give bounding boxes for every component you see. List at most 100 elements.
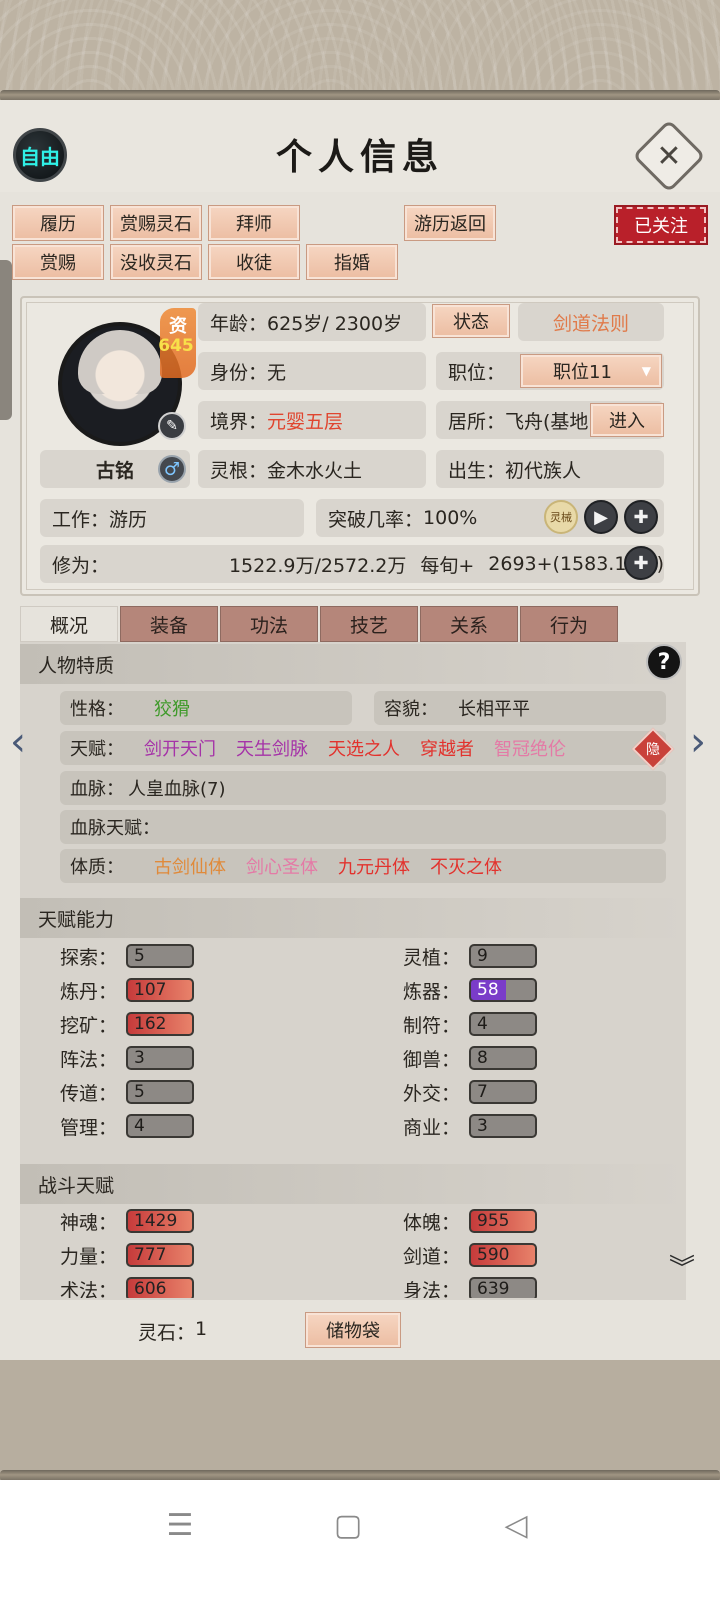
- stat-label: 灵植：: [403, 947, 461, 969]
- return-travel-button[interactable]: 游历返回: [404, 205, 496, 241]
- help-icon[interactable]: ?: [646, 644, 682, 680]
- job-field: 工作： 游历: [40, 499, 304, 537]
- reward-button[interactable]: 赏赐: [12, 244, 104, 280]
- physique-item[interactable]: 剑心圣体: [246, 853, 318, 879]
- reward-stone-button[interactable]: 赏赐灵石: [110, 205, 202, 241]
- menu-icon[interactable]: ☰: [160, 1505, 200, 1545]
- side-handle[interactable]: [0, 260, 12, 420]
- plus-icon[interactable]: ✚: [624, 500, 658, 534]
- cultivation-field: 修为： 1522.9万/2572.2万 每旬+ 2693+(1583.13%): [40, 545, 664, 583]
- stat-value: 5: [126, 944, 194, 968]
- tab-behavior[interactable]: 行为: [520, 606, 618, 642]
- stat-value: 3: [469, 1114, 537, 1138]
- stat-value: 5: [126, 1080, 194, 1104]
- physique-label: 体质：: [70, 857, 124, 878]
- play-icon[interactable]: ▶: [584, 500, 618, 534]
- stat-value: 162: [126, 1012, 194, 1036]
- talent-item[interactable]: 穿越者: [420, 735, 474, 761]
- stat-label: 体魄：: [403, 1212, 461, 1234]
- per-turn-label: 每旬+: [420, 554, 475, 577]
- confiscate-stone-button[interactable]: 没收灵石: [110, 244, 202, 280]
- spirit-stone-count: 灵石： 1: [138, 1318, 207, 1345]
- stat-label: 御兽：: [403, 1049, 461, 1071]
- bloodline-label: 血脉：: [70, 779, 124, 800]
- breakthrough-label: 突破几率：: [328, 508, 424, 531]
- top-decor-band: [0, 0, 720, 100]
- stat-label: 商业：: [403, 1117, 461, 1139]
- breakthrough-pill-icon[interactable]: 灵械: [544, 500, 578, 534]
- traits-section-title: 人物特质: [20, 644, 686, 684]
- physique-item[interactable]: 古剑仙体: [154, 853, 226, 879]
- followed-button[interactable]: 已关注: [614, 205, 708, 245]
- home-icon[interactable]: ▢: [328, 1505, 368, 1545]
- clipped-row: 身法： 639: [403, 1276, 603, 1298]
- stat-value: 4: [469, 1012, 537, 1036]
- position-select[interactable]: 职位11 ▼: [520, 354, 662, 388]
- spirit-root-value: 金木水火土: [267, 459, 363, 482]
- combat-talents-title: 战斗天赋: [20, 1164, 686, 1204]
- take-disciple-button[interactable]: 收徒: [208, 244, 300, 280]
- tab-skills[interactable]: 技艺: [320, 606, 418, 642]
- bloodline-talent-row: 血脉天赋：: [60, 810, 666, 844]
- double-chevron-down-icon[interactable]: ︾: [662, 1250, 702, 1290]
- talent-row: 天赋： 剑开天门 天生剑脉 天选之人 穿越者 智冠绝伦: [60, 731, 666, 765]
- stat-value: 4: [126, 1114, 194, 1138]
- spirit-stone-value: 1: [195, 1318, 208, 1340]
- stat-value: 7: [469, 1080, 537, 1104]
- apprentice-button[interactable]: 拜师: [208, 205, 300, 241]
- personality-row: 性格： 狡猾: [60, 691, 352, 725]
- talent-item[interactable]: 天选之人: [328, 735, 400, 761]
- personality-label: 性格：: [70, 699, 124, 720]
- arrange-marriage-button[interactable]: 指婚: [306, 244, 398, 280]
- birth-value: 初代族人: [505, 459, 582, 482]
- back-icon[interactable]: ◁: [496, 1505, 536, 1545]
- hide-badge-label[interactable]: 隐: [638, 734, 668, 764]
- tab-techniques[interactable]: 功法: [220, 606, 318, 642]
- tab-equipment[interactable]: 装备: [120, 606, 218, 642]
- stat-label: 探索：: [60, 947, 118, 969]
- job-label: 工作：: [52, 508, 110, 531]
- chevron-down-icon: ▼: [641, 364, 651, 378]
- breakthrough-value: 100%: [423, 507, 478, 529]
- physique-item[interactable]: 不灭之体: [430, 853, 502, 879]
- stat-label: 术法：: [60, 1280, 118, 1298]
- position-label: 职位：: [448, 361, 506, 384]
- storage-bag-button[interactable]: 储物袋: [305, 1312, 401, 1348]
- stat-label: 炼器：: [403, 981, 461, 1003]
- talent-item[interactable]: 剑开天门: [144, 735, 216, 761]
- stat-label: 神魂：: [60, 1212, 118, 1234]
- age-label: 年龄：: [210, 312, 268, 335]
- chevron-right-icon[interactable]: ›: [684, 719, 712, 765]
- cultivation-plus-icon[interactable]: ✚: [624, 546, 658, 580]
- spirit-root-label: 灵根：: [210, 459, 268, 482]
- cultivation-label: 修为：: [52, 554, 110, 577]
- stat-value: 8: [469, 1046, 537, 1070]
- status-button[interactable]: 状态: [432, 304, 510, 338]
- spirit-root-field: 灵根： 金木水火土: [198, 450, 426, 488]
- sword-law-button[interactable]: 剑道法则: [518, 303, 664, 341]
- tab-overview[interactable]: 概况: [20, 606, 118, 642]
- cultivation-value: 1522.9万/2572.2万: [228, 554, 407, 577]
- pen-icon[interactable]: ✎: [158, 412, 186, 440]
- physique-item[interactable]: 九元丹体: [338, 853, 410, 879]
- talent-label: 天赋：: [70, 739, 124, 760]
- stat-value: 606: [126, 1277, 194, 1298]
- free-button[interactable]: 自由: [13, 128, 67, 182]
- personality-value: 狡猾: [154, 699, 190, 720]
- birth-label: 出生：: [448, 459, 506, 482]
- enter-button[interactable]: 进入: [590, 403, 664, 437]
- page-title: 个人信息: [275, 136, 444, 178]
- stat-value: 3: [126, 1046, 194, 1070]
- stat-label: 传道：: [60, 1083, 118, 1105]
- history-button[interactable]: 履历: [12, 205, 104, 241]
- stat-label: 身法：: [403, 1280, 461, 1298]
- talent-item[interactable]: 天生剑脉: [236, 735, 308, 761]
- residence-value: 飞舟(基地: [505, 410, 589, 433]
- stat-label: 制符：: [403, 1015, 461, 1037]
- stat-value: 1429: [126, 1209, 194, 1233]
- talent-item[interactable]: 智冠绝伦: [494, 735, 566, 761]
- age-field: 年龄： 625岁/ 2300岁: [198, 303, 426, 341]
- tab-relations[interactable]: 关系: [420, 606, 518, 642]
- close-icon[interactable]: ✕: [643, 130, 695, 182]
- chevron-left-icon[interactable]: ‹: [4, 719, 32, 765]
